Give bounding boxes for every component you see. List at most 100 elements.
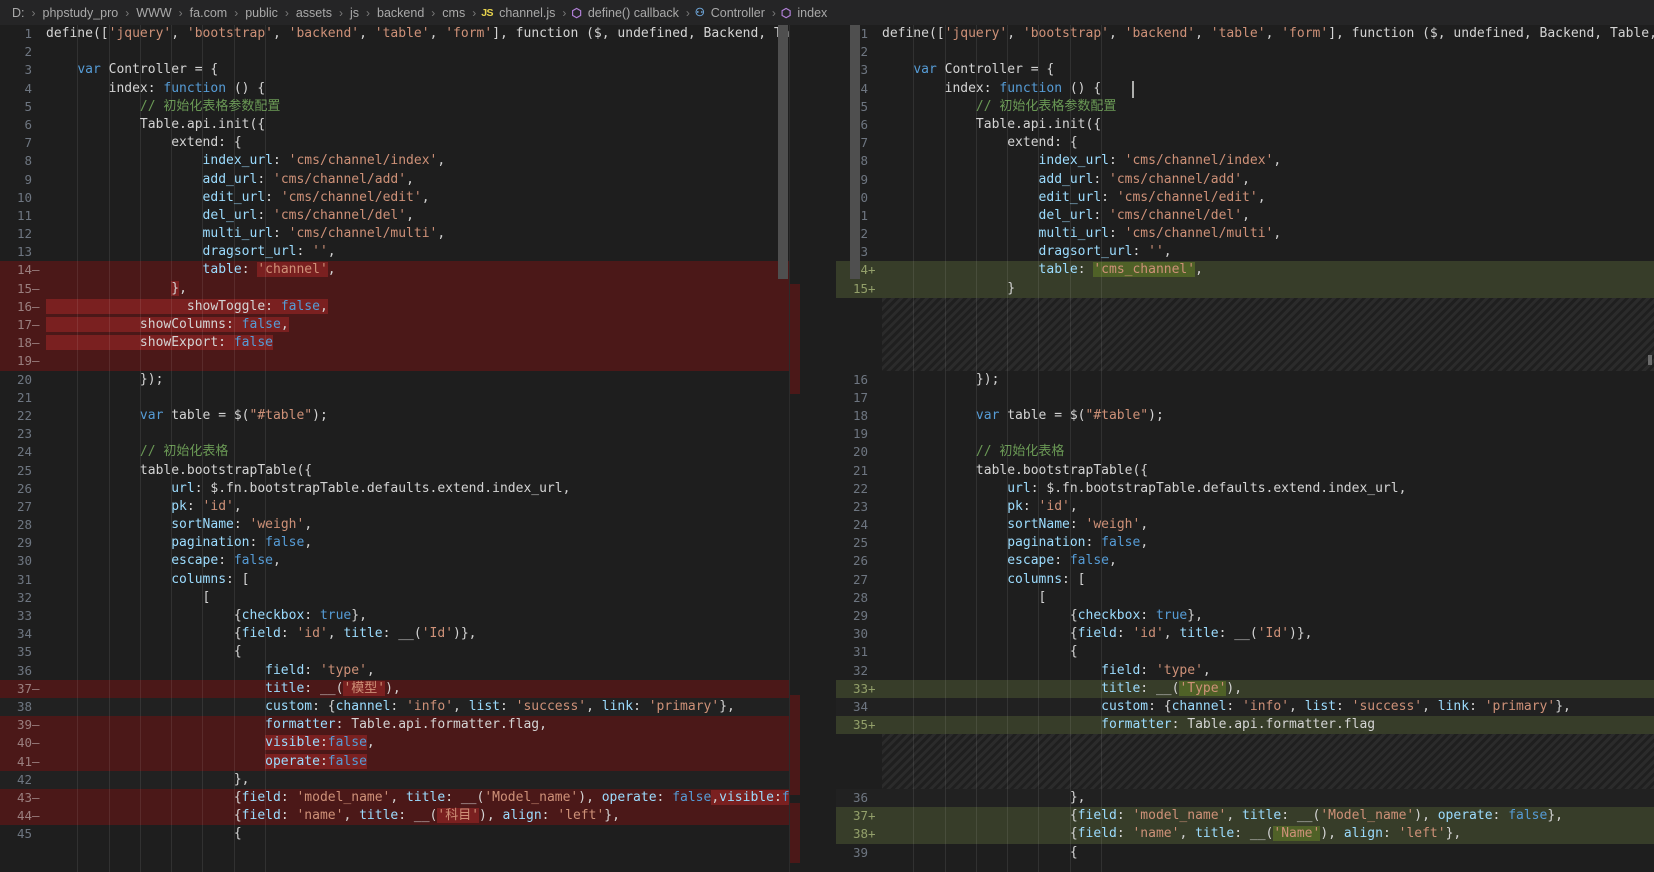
code-line[interactable]: 2	[0, 43, 790, 61]
code-line[interactable]: 36 },	[836, 788, 1654, 808]
code-line[interactable]: 19	[836, 425, 1654, 443]
code-line[interactable]: 28 [	[836, 589, 1654, 607]
code-line[interactable]: 24 sortName: 'weigh',	[836, 516, 1654, 534]
code-line-deleted[interactable]: 19—	[0, 352, 790, 371]
code-line[interactable]: 17	[836, 389, 1654, 407]
breadcrumb-item-public[interactable]: public	[243, 6, 280, 20]
breadcrumb-item-channel-js[interactable]: JS channel.js	[481, 6, 557, 20]
code-line[interactable]: 35 {	[0, 643, 790, 661]
code-line[interactable]: 25 table.bootstrapTable({	[0, 462, 790, 480]
code-line[interactable]: 9 add_url: 'cms/channel/add',	[0, 171, 790, 189]
code-line[interactable]: 4 index: function () {	[836, 80, 1654, 98]
breadcrumb-item-backend[interactable]: backend	[375, 6, 426, 20]
breadcrumb[interactable]: D: › phpstudy_pro › WWW › fa.com › public › assets…	[0, 0, 1654, 25]
code-line[interactable]: 34 {field: 'id', title: __('Id')},	[0, 625, 790, 643]
breadcrumb-item-cms[interactable]: cms	[440, 6, 467, 20]
code-line[interactable]: 39 {	[836, 844, 1654, 862]
breadcrumb-item-d[interactable]: D:	[10, 6, 27, 20]
code-line[interactable]: 1 define(['jquery', 'bootstrap', 'backend…	[836, 25, 1654, 43]
code-line-added[interactable]: 38+ {field: 'name', title: __('Name'), a…	[836, 825, 1654, 844]
code-line[interactable]: 20 // 初始化表格	[836, 443, 1654, 461]
code-line[interactable]: 6 Table.api.init({	[0, 116, 790, 134]
code-line[interactable]: 22 var table = $("#table");	[0, 407, 790, 425]
code-line[interactable]: 12 multi_url: 'cms/channel/multi',	[836, 225, 1654, 243]
breadcrumb-item-index[interactable]: ⬡ index	[781, 6, 829, 20]
code-line[interactable]: 3 var Controller = {	[836, 61, 1654, 79]
code-line[interactable]: 29 pagination: false,	[0, 534, 790, 552]
code-line-deleted[interactable]: 17— showColumns: false,	[0, 316, 790, 335]
code-line-deleted[interactable]: 40— visible:false,	[0, 734, 790, 753]
code-line-deleted[interactable]: 18— showExport: false	[0, 334, 790, 353]
code-line[interactable]: 6 Table.api.init({	[836, 116, 1654, 134]
code-line[interactable]: 42 },	[0, 770, 790, 789]
overview-ruler-marker[interactable]	[1648, 355, 1652, 366]
code-line-deleted[interactable]: 39— formatter: Table.api.formatter.flag,	[0, 716, 790, 735]
code-line[interactable]: 5 // 初始化表格参数配置	[836, 98, 1654, 116]
code-line[interactable]: 9 add_url: 'cms/channel/add',	[836, 171, 1654, 189]
code-line[interactable]: 32 field: 'type',	[836, 662, 1654, 680]
code-line-deleted[interactable]: 43— {field: 'model_name', title: __('Mod…	[0, 788, 790, 808]
code-line[interactable]: 16 });	[836, 371, 1654, 389]
code-line[interactable]: 11 del_url: 'cms/channel/del',	[0, 207, 790, 225]
code-line[interactable]: 24 // 初始化表格	[0, 443, 790, 461]
code-line[interactable]: 13 dragsort_url: '',	[836, 243, 1654, 261]
code-line[interactable]: 36 field: 'type',	[0, 662, 790, 680]
code-line[interactable]: 3 var Controller = {	[0, 61, 790, 79]
code-line[interactable]: 32 [	[0, 589, 790, 607]
code-line-added[interactable]: 37+ {field: 'model_name', title: __('Mod…	[836, 807, 1654, 826]
code-line[interactable]: 8 index_url: 'cms/channel/index',	[0, 152, 790, 170]
code-line[interactable]: 27 pk: 'id',	[0, 498, 790, 516]
code-line[interactable]: 21	[0, 389, 790, 407]
code-line[interactable]: 45 {	[0, 825, 790, 843]
code-line-deleted[interactable]: 41— operate:false	[0, 752, 790, 771]
code-line-deleted[interactable]: 44— {field: 'name', title: __('科目'), ali…	[0, 807, 790, 826]
modified-file-pane[interactable]: 1 define(['jquery', 'bootstrap', 'backend…	[836, 25, 1654, 872]
code-line[interactable]: 30 {field: 'id', title: __('Id')},	[836, 625, 1654, 643]
code-line[interactable]: 1 define(['jquery', 'bootstrap', 'backend…	[0, 25, 790, 43]
code-line[interactable]: 7 extend: {	[0, 134, 790, 152]
code-line[interactable]: 8 index_url: 'cms/channel/index',	[836, 152, 1654, 170]
left-scrollbar-thumb[interactable]	[778, 25, 788, 280]
code-line[interactable]: 38 custom: {channel: 'info', list: 'succ…	[0, 697, 790, 717]
code-line[interactable]: 31 {	[836, 643, 1654, 661]
code-line-deleted[interactable]: 14— table: 'channel',	[0, 261, 790, 280]
breadcrumb-item-controller[interactable]: ⚇ Controller	[695, 6, 767, 20]
code-line[interactable]: 10 edit_url: 'cms/channel/edit',	[836, 189, 1654, 207]
code-line[interactable]: 25 pagination: false,	[836, 534, 1654, 552]
code-line[interactable]: 10 edit_url: 'cms/channel/edit',	[0, 189, 790, 207]
breadcrumb-item-js[interactable]: js	[348, 6, 361, 20]
code-line[interactable]: 26 escape: false,	[836, 552, 1654, 570]
left-pane-scrollbar[interactable]	[776, 25, 790, 872]
right-pane-scrollbar[interactable]	[850, 25, 1654, 872]
code-line[interactable]: 12 multi_url: 'cms/channel/multi',	[0, 225, 790, 243]
original-file-pane[interactable]: 1 define(['jquery', 'bootstrap', 'backend…	[0, 25, 790, 872]
code-line[interactable]: 30 escape: false,	[0, 552, 790, 570]
right-scrollbar-thumb[interactable]	[850, 25, 860, 280]
code-line[interactable]: 13 dragsort_url: '',	[0, 243, 790, 261]
code-line[interactable]: 4 index: function () {	[0, 80, 790, 98]
code-line[interactable]: 26 url: $.fn.bootstrapTable.defaults.ext…	[0, 480, 790, 498]
code-line[interactable]: 23	[0, 425, 790, 443]
breadcrumb-item-assets[interactable]: assets	[294, 6, 334, 20]
breadcrumb-item-fa-com[interactable]: fa.com	[188, 6, 230, 20]
code-line[interactable]: 27 columns: [	[836, 571, 1654, 589]
code-line[interactable]: 33 {checkbox: true},	[0, 607, 790, 625]
code-line[interactable]: 18 var table = $("#table");	[836, 407, 1654, 425]
code-line[interactable]: 21 table.bootstrapTable({	[836, 462, 1654, 480]
breadcrumb-item-www[interactable]: WWW	[134, 6, 173, 20]
code-line[interactable]: 29 {checkbox: true},	[836, 607, 1654, 625]
code-line[interactable]: 5 // 初始化表格参数配置	[0, 98, 790, 116]
code-line[interactable]: 7 extend: {	[836, 134, 1654, 152]
breadcrumb-item-phpstudy-pro[interactable]: phpstudy_pro	[41, 6, 121, 20]
code-line[interactable]: 23 pk: 'id',	[836, 498, 1654, 516]
code-line[interactable]: 22 url: $.fn.bootstrapTable.defaults.ext…	[836, 480, 1654, 498]
code-line[interactable]: 2	[836, 43, 1654, 61]
code-line-deleted[interactable]: 16— showToggle: false,	[0, 297, 790, 316]
code-line-deleted[interactable]: 15— },	[0, 279, 790, 298]
breadcrumb-item-define-callback[interactable]: ⬡ define() callback	[571, 6, 681, 20]
code-line[interactable]: 20 });	[0, 371, 790, 389]
code-line[interactable]: 28 sortName: 'weigh',	[0, 516, 790, 534]
code-line-added[interactable]: 33+ title: __('Type'),	[836, 679, 1654, 698]
code-line-added[interactable]: 35+ formatter: Table.api.formatter.flag	[836, 716, 1654, 735]
code-line[interactable]: 31 columns: [	[0, 571, 790, 589]
